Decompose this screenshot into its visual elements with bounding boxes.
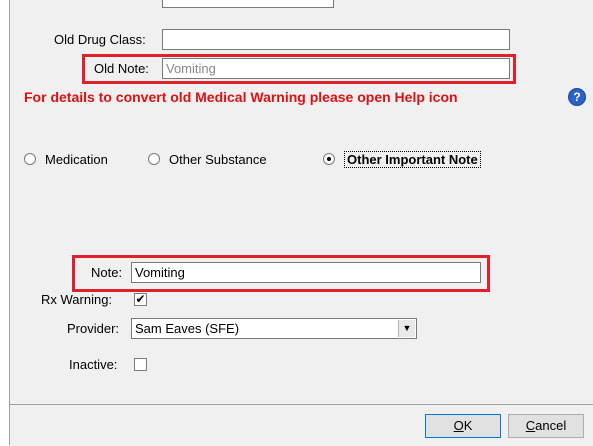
top-clipped-field[interactable] <box>162 0 334 8</box>
provider-label: Provider: <box>67 321 120 336</box>
old-note-field: Vomiting <box>162 58 510 79</box>
cancel-label: ancel <box>535 418 567 433</box>
rx-warning-label: Rx Warning: <box>41 292 113 307</box>
ok-mnemonic: O <box>453 418 464 433</box>
radio-medication-label: Medication <box>45 151 108 167</box>
old-drug-class-field[interactable] <box>162 29 510 50</box>
help-icon[interactable]: ? <box>568 88 586 106</box>
old-drug-class-label: Old Drug Class: <box>54 32 146 47</box>
ok-button[interactable]: OK <box>425 414 501 438</box>
radio-other-important-note-circle[interactable] <box>323 153 335 165</box>
convert-warning-text: For details to convert old Medical Warni… <box>24 89 458 105</box>
radio-other-substance[interactable]: Other Substance <box>148 150 267 168</box>
old-note-label: Old Note: <box>94 61 149 76</box>
dialog-footer <box>10 404 593 446</box>
radio-other-substance-label: Other Substance <box>169 151 267 167</box>
cancel-button[interactable]: Cancel <box>508 414 584 438</box>
cancel-mnemonic: C <box>525 418 536 433</box>
rx-warning-checkbox[interactable]: ✔ <box>134 293 147 306</box>
provider-value: Sam Eaves (SFE) <box>135 321 240 336</box>
radio-other-important-note[interactable]: Other Important Note <box>323 150 481 168</box>
note-label: Note: <box>91 265 123 280</box>
radio-medication[interactable]: Medication <box>24 150 108 168</box>
chevron-down-icon[interactable]: ▼ <box>398 320 415 337</box>
inactive-checkbox[interactable] <box>134 358 147 371</box>
radio-medication-circle[interactable] <box>24 153 36 165</box>
note-field[interactable]: Vomiting <box>131 262 481 283</box>
ok-label: K <box>463 418 473 433</box>
radio-other-substance-circle[interactable] <box>148 153 160 165</box>
radio-other-important-note-label: Other Important Note <box>344 150 481 168</box>
provider-select[interactable]: Sam Eaves (SFE) ▼ <box>131 318 417 339</box>
inactive-label: Inactive: <box>69 357 118 372</box>
